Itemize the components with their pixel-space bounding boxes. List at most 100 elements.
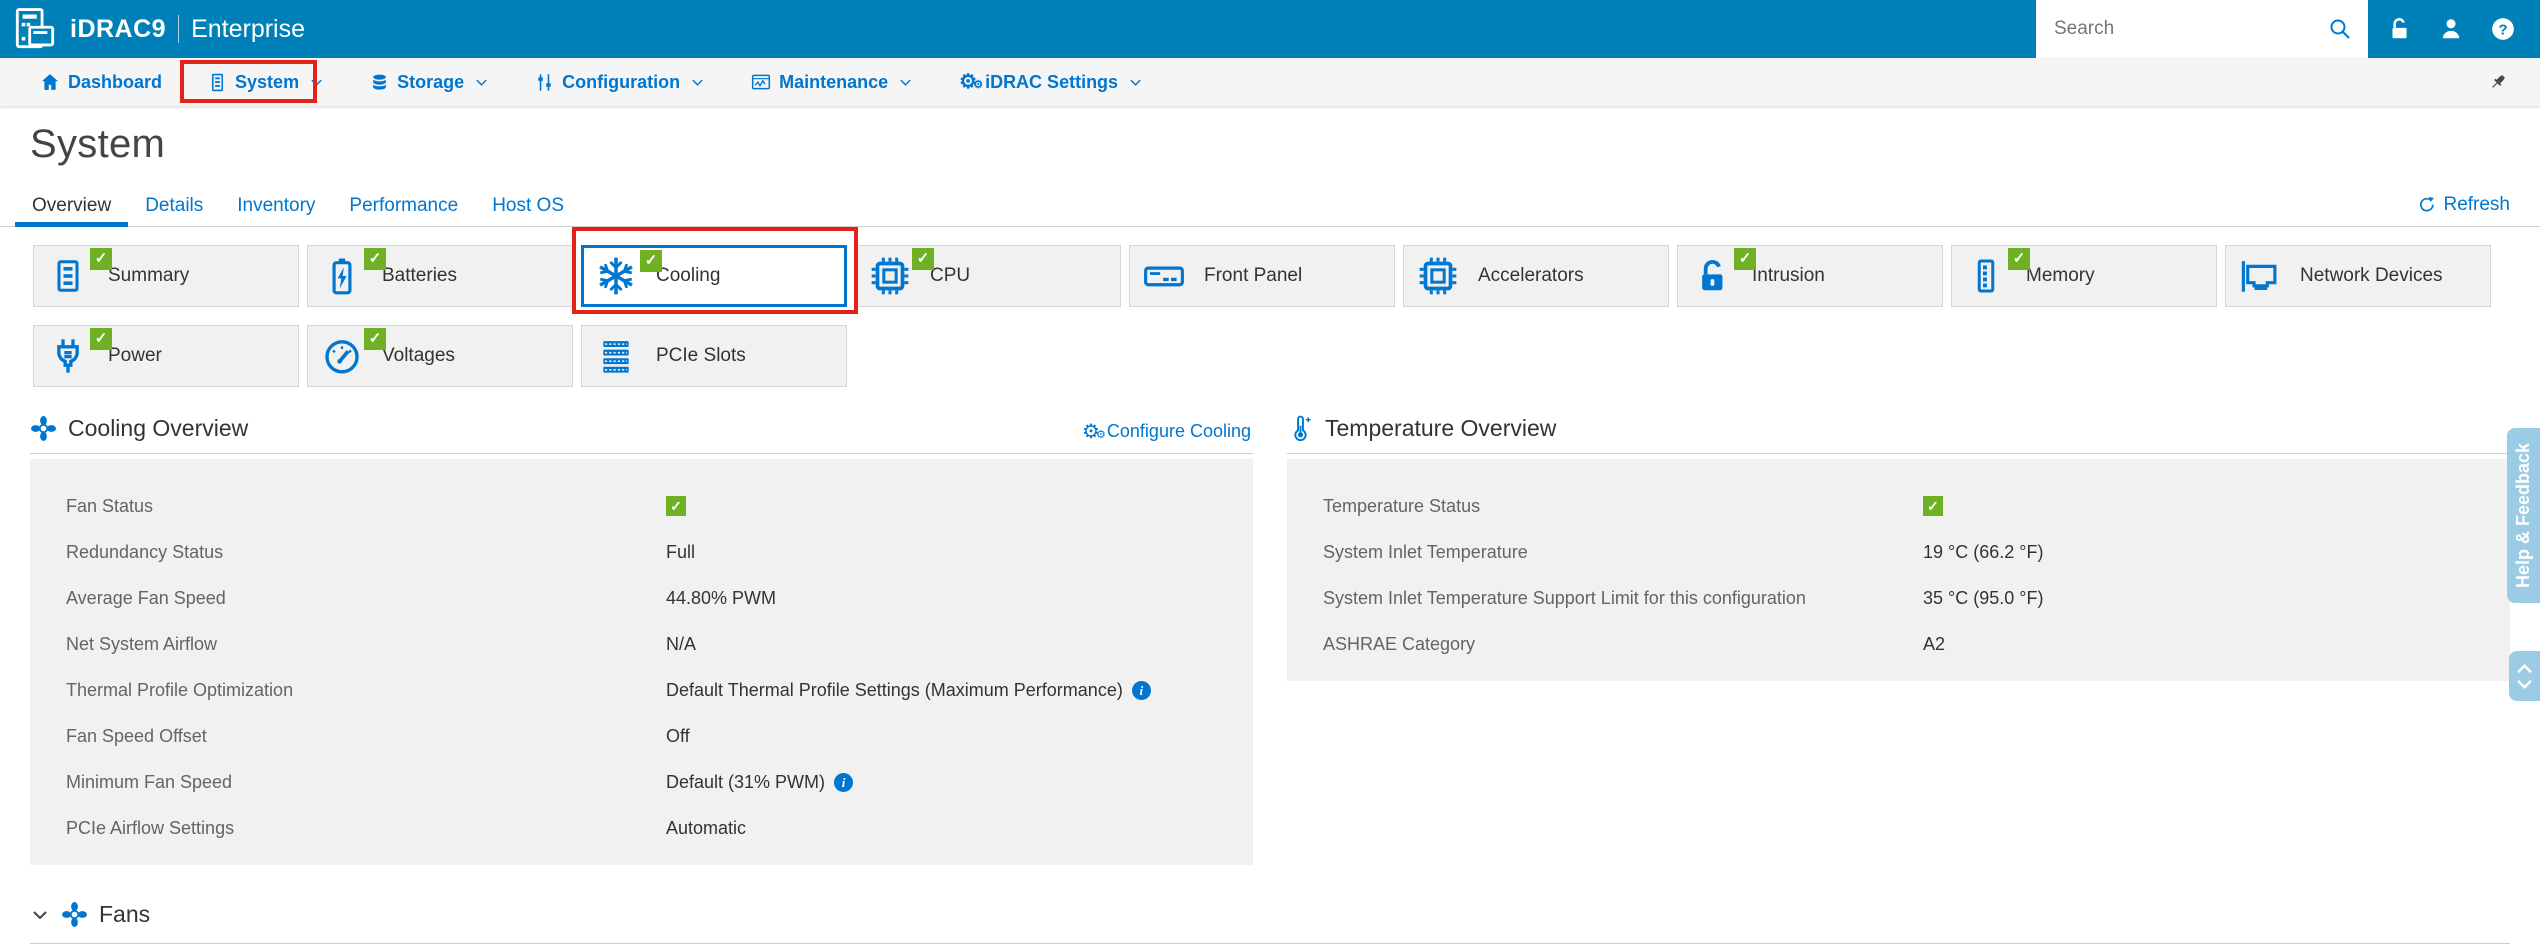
configure-cooling-link[interactable]: Configure Cooling	[1082, 421, 1251, 442]
chevron-down-icon	[690, 75, 705, 90]
gear-icon	[959, 72, 977, 92]
status-ok-icon	[1923, 496, 1943, 516]
status-ok-badge	[2008, 248, 2030, 270]
refresh-label: Refresh	[2443, 194, 2510, 215]
tile-summary[interactable]: Summary	[33, 245, 299, 307]
plug-icon	[46, 333, 90, 379]
refresh-icon	[2416, 195, 2436, 215]
scroll-top-button[interactable]	[2515, 662, 2534, 675]
tab-overview[interactable]: Overview	[15, 185, 129, 227]
user-icon[interactable]	[2438, 16, 2464, 42]
kv-row-ashrae-category: ASHRAE Category A2	[1323, 633, 1946, 654]
network-card-icon	[2238, 253, 2282, 299]
info-icon[interactable]	[834, 772, 854, 792]
nav-item-idrac-settings[interactable]: iDRAC Settings	[959, 72, 1143, 93]
nav-label: iDRAC Settings	[985, 71, 1119, 92]
unlock-icon[interactable]	[2386, 16, 2412, 42]
status-ok-badge	[1734, 248, 1756, 270]
chevron-down-icon[interactable]	[30, 905, 50, 925]
thermometer-icon	[1287, 415, 1314, 442]
tile-memory[interactable]: Memory	[1951, 245, 2217, 307]
nav-item-dashboard[interactable]: Dashboard	[40, 72, 162, 93]
tile-label: Batteries	[382, 265, 457, 286]
chevron-down-icon	[1128, 75, 1143, 90]
info-icon[interactable]	[1131, 680, 1151, 700]
pcie-slots-icon	[594, 333, 638, 379]
svg-text:?: ?	[2498, 21, 2507, 38]
status-ok-badge	[90, 248, 112, 270]
nav-item-storage[interactable]: Storage	[370, 72, 489, 93]
brand-product: iDRAC9	[70, 14, 167, 43]
tile-cpu[interactable]: CPU	[855, 245, 1121, 307]
tile-intrusion[interactable]: Intrusion	[1677, 245, 1943, 307]
tile-label: Memory	[2026, 265, 2095, 286]
kv-row-inlet-support-limit: System Inlet Temperature Support Limit f…	[1323, 587, 2044, 608]
nav-item-system[interactable]: System	[208, 72, 324, 93]
tile-voltages[interactable]: Voltages	[307, 325, 573, 387]
kv-row-system-inlet-temperature: System Inlet Temperature 19 °C (66.2 °F)	[1323, 541, 2044, 562]
page-title: System	[30, 122, 166, 166]
sensor-tiles: Summary Batteries	[33, 245, 2511, 387]
fan-icon	[61, 901, 88, 928]
help-feedback-tab[interactable]: Help & Feedback	[2507, 428, 2540, 603]
chip-icon	[1416, 253, 1460, 299]
tile-label: CPU	[930, 265, 971, 286]
scroll-bottom-button[interactable]	[2515, 678, 2534, 691]
search-input[interactable]	[2052, 17, 2328, 41]
tile-power[interactable]: Power	[33, 325, 299, 387]
nav-item-configuration[interactable]: Configuration	[535, 72, 705, 93]
refresh-button[interactable]: Refresh	[2416, 194, 2510, 216]
fans-section-header[interactable]: Fans	[30, 901, 2540, 928]
configure-cooling-label: Configure Cooling	[1106, 421, 1251, 441]
brand: iDRAC9 Enterprise	[70, 15, 305, 44]
kv-row-temperature-status: Temperature Status	[1323, 483, 2510, 529]
tab-host-os[interactable]: Host OS	[475, 185, 581, 226]
fans-title: Fans	[99, 901, 151, 927]
kv-row-pcie-airflow-settings: PCIe Airflow Settings Automatic	[66, 817, 747, 838]
nav-label: Dashboard	[68, 71, 163, 92]
padlock-icon	[1690, 253, 1734, 299]
status-ok-badge	[90, 328, 112, 350]
help-icon[interactable]: ?	[2490, 16, 2516, 42]
help-feedback-label: Help & Feedback	[2513, 442, 2533, 589]
maintenance-icon	[751, 72, 771, 92]
pin-icon[interactable]	[2488, 72, 2508, 92]
tab-performance[interactable]: Performance	[332, 185, 475, 226]
nav-item-maintenance[interactable]: Maintenance	[751, 72, 913, 93]
main-nav: Dashboard System Storage Configuration M…	[0, 58, 2540, 106]
fan-icon	[30, 415, 57, 442]
brand-separator	[178, 15, 180, 43]
nav-label: Maintenance	[779, 71, 889, 92]
search-icon[interactable]	[2328, 17, 2352, 41]
chevron-down-icon	[474, 75, 489, 90]
status-ok-icon	[666, 496, 686, 516]
kv-row-fan-status: Fan Status	[66, 483, 1253, 529]
tile-front-panel[interactable]: Front Panel	[1129, 245, 1395, 307]
tile-label: Summary	[108, 265, 190, 286]
kv-row-redundancy-status: Redundancy Status Full	[66, 541, 696, 562]
tile-pcie-slots[interactable]: PCIe Slots	[581, 325, 847, 387]
tile-network-devices[interactable]: Network Devices	[2225, 245, 2491, 307]
cooling-overview-panel: Fan Status Redundancy Status Full Averag…	[30, 459, 1253, 865]
tab-bar: Overview Details Inventory Performance H…	[0, 185, 2540, 227]
search-box[interactable]	[2036, 0, 2368, 58]
kv-row-thermal-profile-optimization: Thermal Profile Optimization Default The…	[66, 667, 1253, 713]
tab-details[interactable]: Details	[128, 185, 220, 226]
section-title: Cooling Overview	[68, 415, 249, 441]
cooling-overview-section: Cooling Overview Configure Cooling Fan S…	[30, 415, 1253, 865]
status-ok-badge	[912, 248, 934, 270]
status-ok-badge	[364, 328, 386, 350]
kv-row-net-system-airflow: Net System Airflow N/A	[66, 633, 697, 654]
server-icon	[208, 73, 227, 92]
tab-inventory[interactable]: Inventory	[220, 185, 332, 226]
tile-cooling[interactable]: Cooling	[581, 245, 847, 307]
gear-icon	[1082, 422, 1100, 442]
tile-accelerators[interactable]: Accelerators	[1403, 245, 1669, 307]
tile-batteries[interactable]: Batteries	[307, 245, 573, 307]
brand-edition: Enterprise	[191, 14, 306, 43]
tile-label: Intrusion	[1752, 265, 1825, 286]
battery-icon	[320, 253, 364, 299]
memory-icon	[1964, 253, 2008, 299]
scroll-widget	[2509, 651, 2540, 701]
chip-icon	[868, 253, 912, 299]
